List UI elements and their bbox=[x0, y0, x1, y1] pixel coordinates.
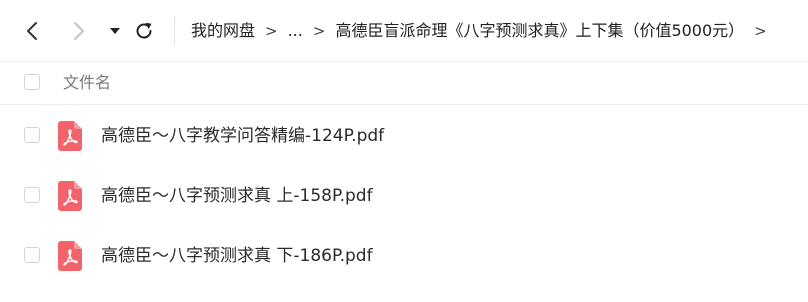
breadcrumb-item-ellipsis[interactable]: ... bbox=[288, 17, 303, 44]
file-row[interactable]: 高德臣～八字预测求真 下-186P.pdf bbox=[0, 227, 808, 285]
toolbar: 我的网盘 >... > 高德臣盲派命理《八字预测求真》上下集（价值5000元） > bbox=[0, 0, 808, 61]
file-row[interactable]: 高德臣～八字教学问答精编-124P.pdf bbox=[0, 107, 808, 165]
header-divider bbox=[0, 104, 808, 105]
history-dropdown-button[interactable] bbox=[102, 18, 128, 44]
file-checkbox[interactable] bbox=[24, 127, 40, 143]
breadcrumb-separator: > bbox=[312, 22, 326, 40]
breadcrumb-separator: > bbox=[754, 22, 767, 40]
toolbar-divider bbox=[174, 17, 175, 44]
column-header-filename[interactable]: 文件名 bbox=[63, 70, 111, 96]
pdf-icon bbox=[58, 241, 82, 271]
refresh-button[interactable] bbox=[131, 18, 157, 44]
forward-button[interactable] bbox=[66, 18, 92, 44]
caret-down-icon bbox=[110, 28, 120, 34]
file-name[interactable]: 高德臣～八字预测求真 下-186P.pdf bbox=[101, 243, 373, 269]
file-row[interactable]: 高德臣～八字预测求真 上-158P.pdf bbox=[0, 167, 808, 225]
refresh-icon bbox=[136, 22, 152, 39]
back-button[interactable] bbox=[19, 18, 45, 44]
pdf-icon bbox=[58, 121, 82, 151]
pdf-icon bbox=[58, 181, 82, 211]
breadcrumb: 我的网盘 >... > 高德臣盲派命理《八字预测求真》上下集（价值5000元） > bbox=[191, 17, 808, 44]
chevron-right-icon bbox=[74, 22, 84, 40]
toolbar-bottom-divider bbox=[0, 61, 808, 62]
breadcrumb-item-current[interactable]: 高德臣盲派命理《八字预测求真》上下集（价值5000元） bbox=[335, 17, 744, 44]
chevron-left-icon bbox=[27, 22, 37, 40]
select-all-checkbox[interactable] bbox=[24, 74, 40, 90]
file-name[interactable]: 高德臣～八字预测求真 上-158P.pdf bbox=[101, 183, 373, 209]
file-checkbox[interactable] bbox=[24, 247, 40, 263]
file-name[interactable]: 高德臣～八字教学问答精编-124P.pdf bbox=[101, 123, 384, 149]
breadcrumb-item-root[interactable]: 我的网盘 bbox=[191, 17, 255, 44]
file-checkbox[interactable] bbox=[24, 187, 40, 203]
breadcrumb-separator: > bbox=[265, 22, 278, 40]
